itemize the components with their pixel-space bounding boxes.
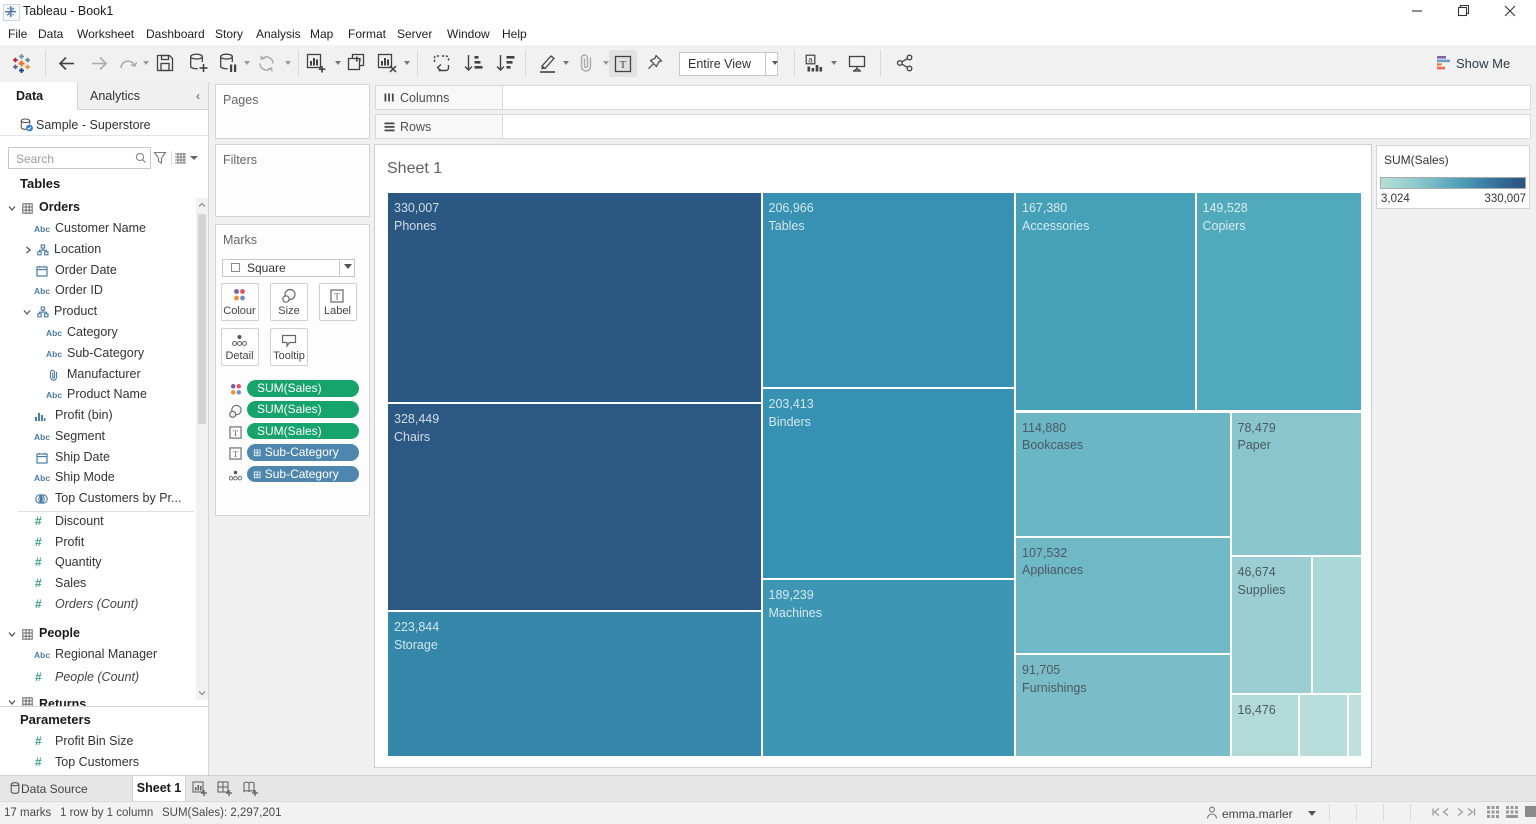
svg-text:a: a xyxy=(808,55,813,64)
svg-text:T: T xyxy=(233,449,239,459)
svg-text:T: T xyxy=(620,59,627,71)
svg-text:T: T xyxy=(233,428,239,438)
svg-text:T: T xyxy=(334,293,340,303)
